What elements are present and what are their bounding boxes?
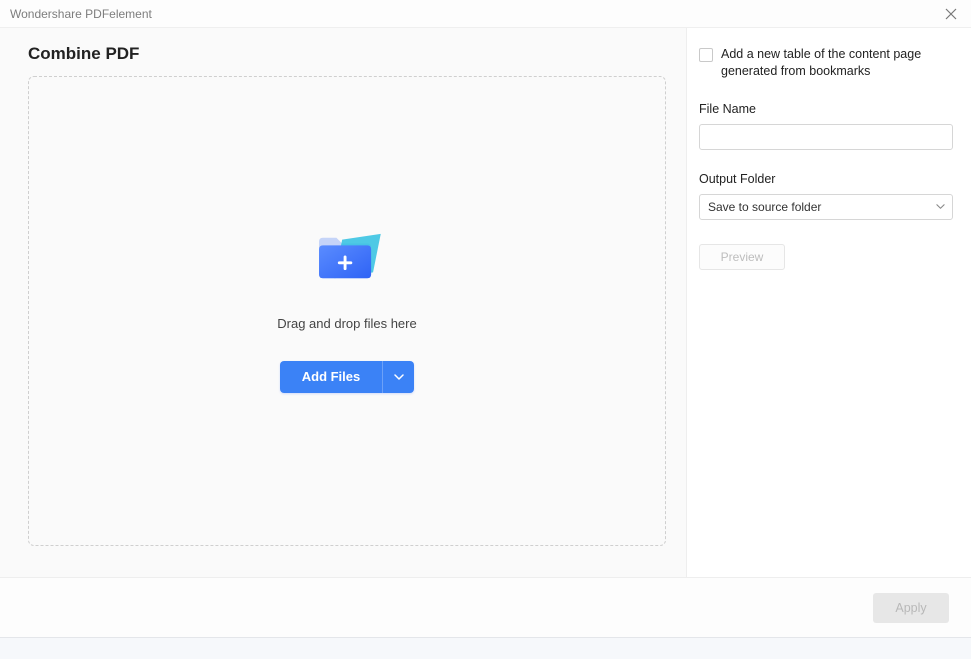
- settings-sidebar: Add a new table of the content page gene…: [686, 28, 971, 599]
- toc-checkbox[interactable]: [699, 48, 713, 62]
- window-title: Wondershare PDFelement: [10, 7, 152, 21]
- apply-button[interactable]: Apply: [873, 593, 949, 623]
- output-folder-label: Output Folder: [699, 172, 953, 186]
- left-pane: Combine PDF: [0, 28, 686, 599]
- folder-plus-icon: [313, 230, 381, 284]
- add-files-dropdown-button[interactable]: [382, 361, 414, 393]
- toc-checkbox-row: Add a new table of the content page gene…: [699, 46, 953, 80]
- preview-button[interactable]: Preview: [699, 244, 785, 270]
- bottom-strip: [0, 637, 971, 659]
- file-dropzone[interactable]: Drag and drop files here Add Files: [28, 76, 666, 546]
- dropzone-hint: Drag and drop files here: [277, 316, 416, 331]
- close-icon: [945, 8, 957, 20]
- filename-input[interactable]: [699, 124, 953, 150]
- output-folder-select-wrap: Save to source folder: [699, 194, 953, 220]
- output-folder-select[interactable]: Save to source folder: [699, 194, 953, 220]
- footer-bar: Apply: [0, 577, 971, 637]
- page-title: Combine PDF: [28, 44, 666, 64]
- filename-label: File Name: [699, 102, 953, 116]
- add-files-button[interactable]: Add Files: [280, 361, 383, 393]
- chevron-down-icon: [394, 372, 404, 382]
- close-button[interactable]: [941, 4, 961, 24]
- add-files-button-group: Add Files: [280, 361, 415, 393]
- content-area: Combine PDF: [0, 28, 971, 599]
- titlebar: Wondershare PDFelement: [0, 0, 971, 28]
- toc-checkbox-label: Add a new table of the content page gene…: [721, 46, 953, 80]
